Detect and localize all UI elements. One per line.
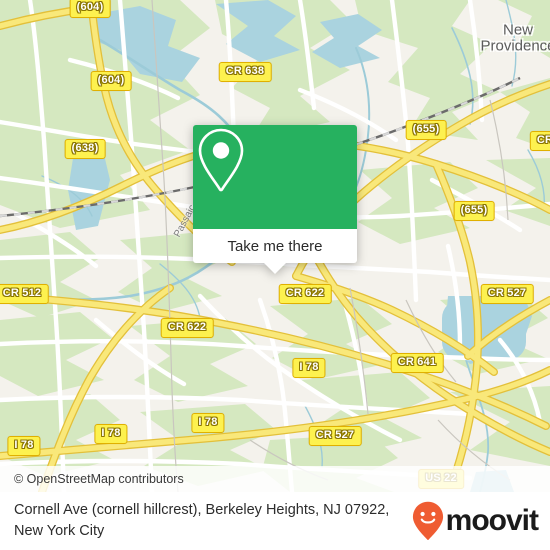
- road-shield-i-78-mid[interactable]: I 78: [191, 413, 225, 433]
- map-attribution: © OpenStreetMap contributors: [0, 466, 550, 492]
- road-shield-i-78-center[interactable]: I 78: [292, 358, 326, 378]
- take-me-there-label: Take me there: [227, 237, 323, 255]
- location-callout-card[interactable]: Take me there: [193, 125, 357, 274]
- moovit-pin-smiley-icon: [412, 501, 443, 540]
- take-me-there-button[interactable]: Take me there: [193, 229, 357, 263]
- place-address-text: Cornell Ave (cornell hillcrest), Berkele…: [14, 502, 390, 539]
- road-shield-i-78-west[interactable]: I 78: [7, 436, 41, 456]
- road-shield-604-north[interactable]: (604): [69, 0, 111, 18]
- road-shield-638[interactable]: (638): [64, 139, 106, 159]
- road-shield-cr-622-west[interactable]: CR 622: [160, 318, 214, 338]
- attribution-text: © OpenStreetMap contributors: [14, 472, 184, 486]
- road-shield-cr-527-south[interactable]: CR 527: [308, 426, 362, 446]
- road-shield-cr-641[interactable]: CR 641: [390, 353, 444, 373]
- callout-pointer: [264, 263, 286, 274]
- road-shield-655-lower[interactable]: (655): [453, 201, 495, 221]
- road-shield-cr-622-east[interactable]: CR 622: [278, 284, 332, 304]
- moovit-location-screenshot: New Providence Passaic (604) CR 638 (604…: [0, 0, 550, 550]
- road-shield-cr-512[interactable]: CR 512: [0, 284, 49, 304]
- road-shield-cr-638[interactable]: CR 638: [218, 62, 272, 82]
- road-shield-cr-527-north[interactable]: CR 527: [480, 284, 534, 304]
- road-shield-604-mid[interactable]: (604): [90, 71, 132, 91]
- map-pin-icon: [198, 128, 244, 192]
- road-shield-cr-edge[interactable]: CR: [529, 131, 550, 151]
- road-shield-655-upper[interactable]: (655): [405, 120, 447, 140]
- moovit-wordmark: moovit: [445, 504, 539, 537]
- road-shield-i-78-midwest[interactable]: I 78: [94, 424, 128, 444]
- callout-header: [193, 125, 357, 229]
- moovit-logo: moovit: [412, 501, 539, 541]
- map-canvas[interactable]: New Providence Passaic (604) CR 638 (604…: [0, 0, 550, 492]
- bottom-info-bar: Cornell Ave (cornell hillcrest), Berkele…: [0, 492, 550, 550]
